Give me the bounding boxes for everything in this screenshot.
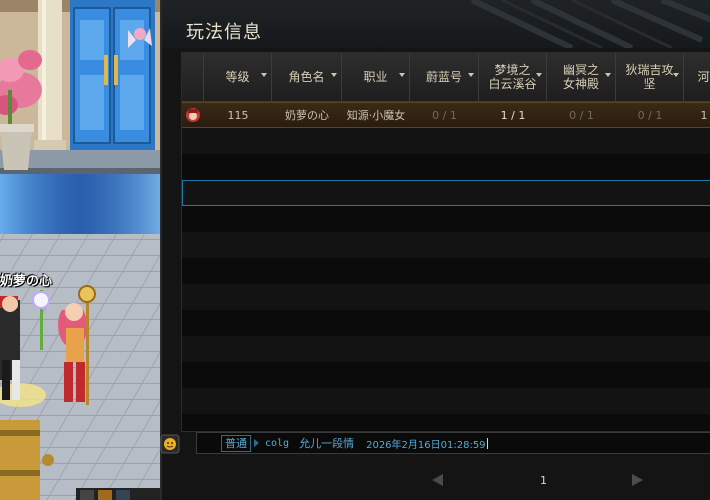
cell-dungeon-2: 1 / 1 (500, 108, 526, 122)
empty-row-focused[interactable] (182, 180, 710, 206)
chat-channel-button[interactable]: 普通 (221, 434, 251, 452)
chat-timestamp: 2026年2月16日01:28:59 (366, 439, 486, 451)
sort-arrow-icon (399, 73, 405, 77)
gameplay-info-panel: 玩法信息 等级 角色名 职业 蔚蓝号 梦境之 白云溪谷 幽冥之 女神殿 狄瑞吉攻… (160, 0, 710, 500)
chat-bar[interactable]: 普通 colg 允儿一段情 2026年2月16日01:28:59 (196, 432, 710, 454)
col-header-name[interactable]: 角色名 (272, 53, 342, 101)
empty-row[interactable] (182, 232, 710, 258)
empty-row[interactable] (182, 336, 710, 362)
col-header-label: 蔚蓝号 (425, 70, 462, 84)
text-caret (486, 437, 488, 449)
col-header-dungeon-3[interactable]: 幽冥之 女神殿 (547, 53, 616, 101)
col-header-label: 等级 (225, 70, 250, 84)
prev-page-icon[interactable] (432, 474, 443, 486)
col-header-label: 狄瑞吉攻 坚 (625, 63, 674, 91)
game-scene: 奶萝の心 (0, 0, 160, 500)
col-header-dungeon-2[interactable]: 梦境之 白云溪谷 (479, 53, 547, 101)
chat-message: 允儿一段情 (299, 437, 355, 450)
cell-level: 115 (227, 108, 249, 122)
col-header-label: 职业 (363, 70, 388, 84)
cell-name: 奶萝の心 (285, 109, 329, 122)
game-scene-art (0, 0, 160, 500)
channel-arrow-icon (254, 439, 259, 447)
sort-arrow-icon (261, 73, 267, 77)
empty-row[interactable] (182, 128, 710, 154)
info-table: 等级 角色名 职业 蔚蓝号 梦境之 白云溪谷 幽冥之 女神殿 狄瑞吉攻 坚 河 … (181, 52, 710, 432)
table-body: 115 奶萝の心 知源·小魔女 0 / 1 1 / 1 0 / 1 0 / 1 … (182, 102, 710, 414)
col-header-dungeon-1[interactable]: 蔚蓝号 (410, 53, 479, 101)
col-header-dungeon-4[interactable]: 狄瑞吉攻 坚 (616, 53, 684, 101)
col-header-avatar (182, 53, 204, 101)
col-header-label: 梦境之 白云溪谷 (488, 63, 537, 91)
col-header-job[interactable]: 职业 (342, 53, 410, 101)
sort-arrow-icon (468, 73, 474, 77)
chat-sender[interactable]: colg (265, 438, 289, 449)
empty-row[interactable] (182, 284, 710, 310)
sort-arrow-icon (536, 73, 542, 77)
pagination: 1 (162, 468, 710, 494)
cell-dungeon-4: 0 / 1 (637, 108, 663, 122)
player-nameplate: 奶萝の心 (0, 274, 53, 289)
cell-dungeon-5: 1 (700, 108, 708, 122)
col-header-label: 角色名 (288, 70, 325, 84)
table-header: 等级 角色名 职业 蔚蓝号 梦境之 白云溪谷 幽冥之 女神殿 狄瑞吉攻 坚 河 (182, 53, 710, 102)
col-header-label: 河 (697, 70, 710, 84)
cell-dungeon-1: 0 / 1 (432, 108, 457, 122)
sort-arrow-icon (673, 73, 679, 77)
chat-emoji-icon[interactable] (160, 434, 180, 458)
empty-row[interactable] (182, 258, 710, 284)
col-header-label: 幽冥之 女神殿 (562, 63, 599, 91)
panel-title: 玩法信息 (186, 22, 262, 43)
cell-dungeon-3: 0 / 1 (569, 108, 594, 122)
sort-arrow-icon (605, 73, 611, 77)
character-avatar-icon (182, 107, 204, 123)
empty-row[interactable] (182, 310, 710, 336)
title-bar-decoration (470, 0, 710, 48)
cell-job: 知源·小魔女 (346, 109, 406, 122)
empty-row[interactable] (182, 154, 710, 180)
empty-row[interactable] (182, 388, 710, 414)
next-page-icon[interactable] (632, 474, 643, 486)
col-header-level[interactable]: 等级 (204, 53, 272, 101)
empty-row[interactable] (182, 206, 710, 232)
sort-arrow-icon (331, 73, 337, 77)
col-header-dungeon-5[interactable]: 河 (684, 53, 710, 101)
table-row[interactable]: 115 奶萝の心 知源·小魔女 0 / 1 1 / 1 0 / 1 0 / 1 … (182, 102, 710, 128)
empty-row[interactable] (182, 362, 710, 388)
page-number: 1 (540, 474, 547, 487)
